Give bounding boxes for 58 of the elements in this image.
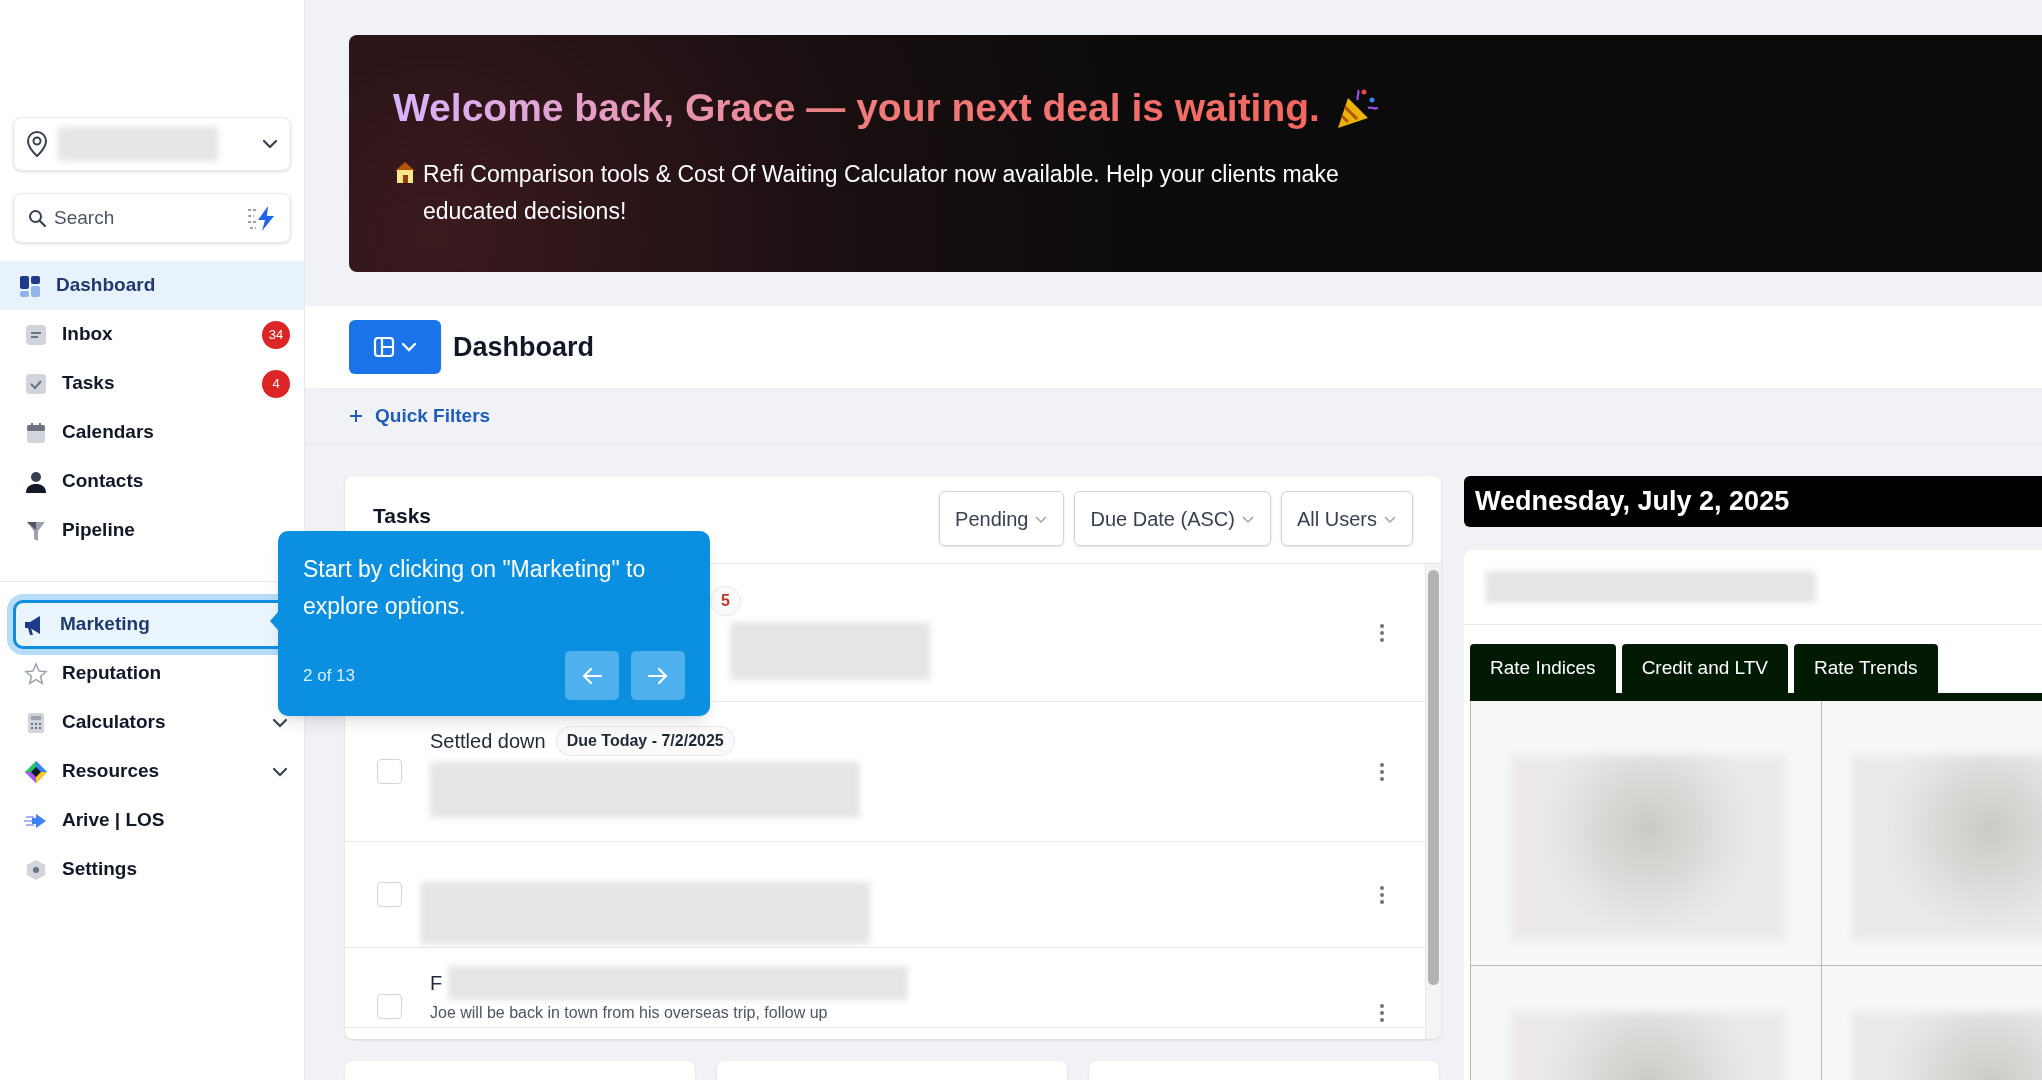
sidebar-item[interactable]: Calendars (0, 408, 304, 457)
map-pin-icon (24, 130, 50, 158)
sidebar-item[interactable]: Reputation (0, 649, 304, 698)
diamond-icon (24, 759, 48, 784)
search-input[interactable]: Search (54, 203, 238, 233)
task-checkbox[interactable] (377, 882, 402, 907)
sidebar-item[interactable]: Arive | LOS (0, 796, 304, 845)
sidebar-item[interactable]: Resources (0, 747, 304, 796)
more-options-icon[interactable] (1379, 1003, 1385, 1023)
more-options-icon[interactable] (1379, 622, 1385, 643)
step-counter: 2 of 13 (303, 664, 356, 687)
more-options-icon[interactable] (1379, 761, 1385, 782)
rates-tab[interactable]: Rate Trends (1794, 644, 1938, 693)
dashboard-icon (18, 273, 42, 298)
sidebar-item[interactable]: Settings (0, 845, 304, 894)
sidebar-item[interactable]: Inbox 34 (0, 310, 304, 359)
lightning-icon (246, 204, 276, 232)
person-icon (24, 469, 48, 494)
task-description: Joe will be back in town from his overseas trip, follow up (430, 1003, 829, 1023)
page-title: Dashboard (453, 330, 595, 364)
task-checkbox[interactable] (377, 759, 402, 784)
banner-message: Refi Comparison tools & Cost Of Waiting Calculator now available. Help your clients make educated decisions! (423, 159, 1340, 226)
calendar-icon (24, 420, 48, 445)
sidebar-item[interactable]: Dashboard (0, 261, 304, 310)
task-title: F (430, 971, 443, 996)
search-icon (28, 209, 46, 227)
count-badge: 4 (262, 369, 290, 398)
filter-dropdown[interactable]: Due Date (ASC) (1074, 491, 1271, 546)
quick-filters-button[interactable]: Quick Filters (349, 401, 491, 431)
sidebar-item[interactable]: Contacts (0, 457, 304, 506)
date-header: Wednesday, July 2, 2025 (1464, 476, 2042, 527)
task-title: Settled down (430, 728, 546, 754)
location-selector[interactable] (13, 117, 291, 171)
inbox-icon (24, 322, 48, 347)
filter-dropdown[interactable]: All Users (1281, 491, 1413, 546)
star-icon (24, 661, 48, 686)
layout-icon (372, 335, 396, 359)
layout-button[interactable] (349, 320, 441, 374)
due-badge: Due Today - 7/2/2025 (555, 725, 735, 756)
task-checkbox[interactable] (377, 994, 402, 1019)
search-field[interactable]: Search (13, 193, 291, 243)
scrollbar-thumb[interactable] (1428, 570, 1439, 985)
rates-tab[interactable]: Rate Indices (1470, 644, 1616, 693)
more-options-icon[interactable] (1379, 884, 1385, 905)
sidebar-item[interactable]: Calculators (0, 698, 304, 747)
next-button[interactable] (631, 651, 685, 700)
sidebar-item[interactable]: Tasks 4 (0, 359, 304, 408)
previous-button[interactable] (565, 651, 619, 700)
settings-icon (24, 857, 48, 882)
tasks-icon (24, 371, 48, 396)
count-badge: 34 (262, 320, 290, 349)
filter-dropdown[interactable]: Pending (939, 491, 1065, 546)
due-badge: 5 (710, 585, 741, 616)
card-title: Tasks (373, 505, 431, 527)
rates-tab[interactable]: Credit and LTV (1621, 644, 1788, 693)
plus-icon (349, 409, 363, 423)
sidebar-item[interactable]: Pipeline (0, 506, 304, 555)
tooltip-text: Start by clicking on "Marketing" to explore options. (303, 555, 647, 621)
